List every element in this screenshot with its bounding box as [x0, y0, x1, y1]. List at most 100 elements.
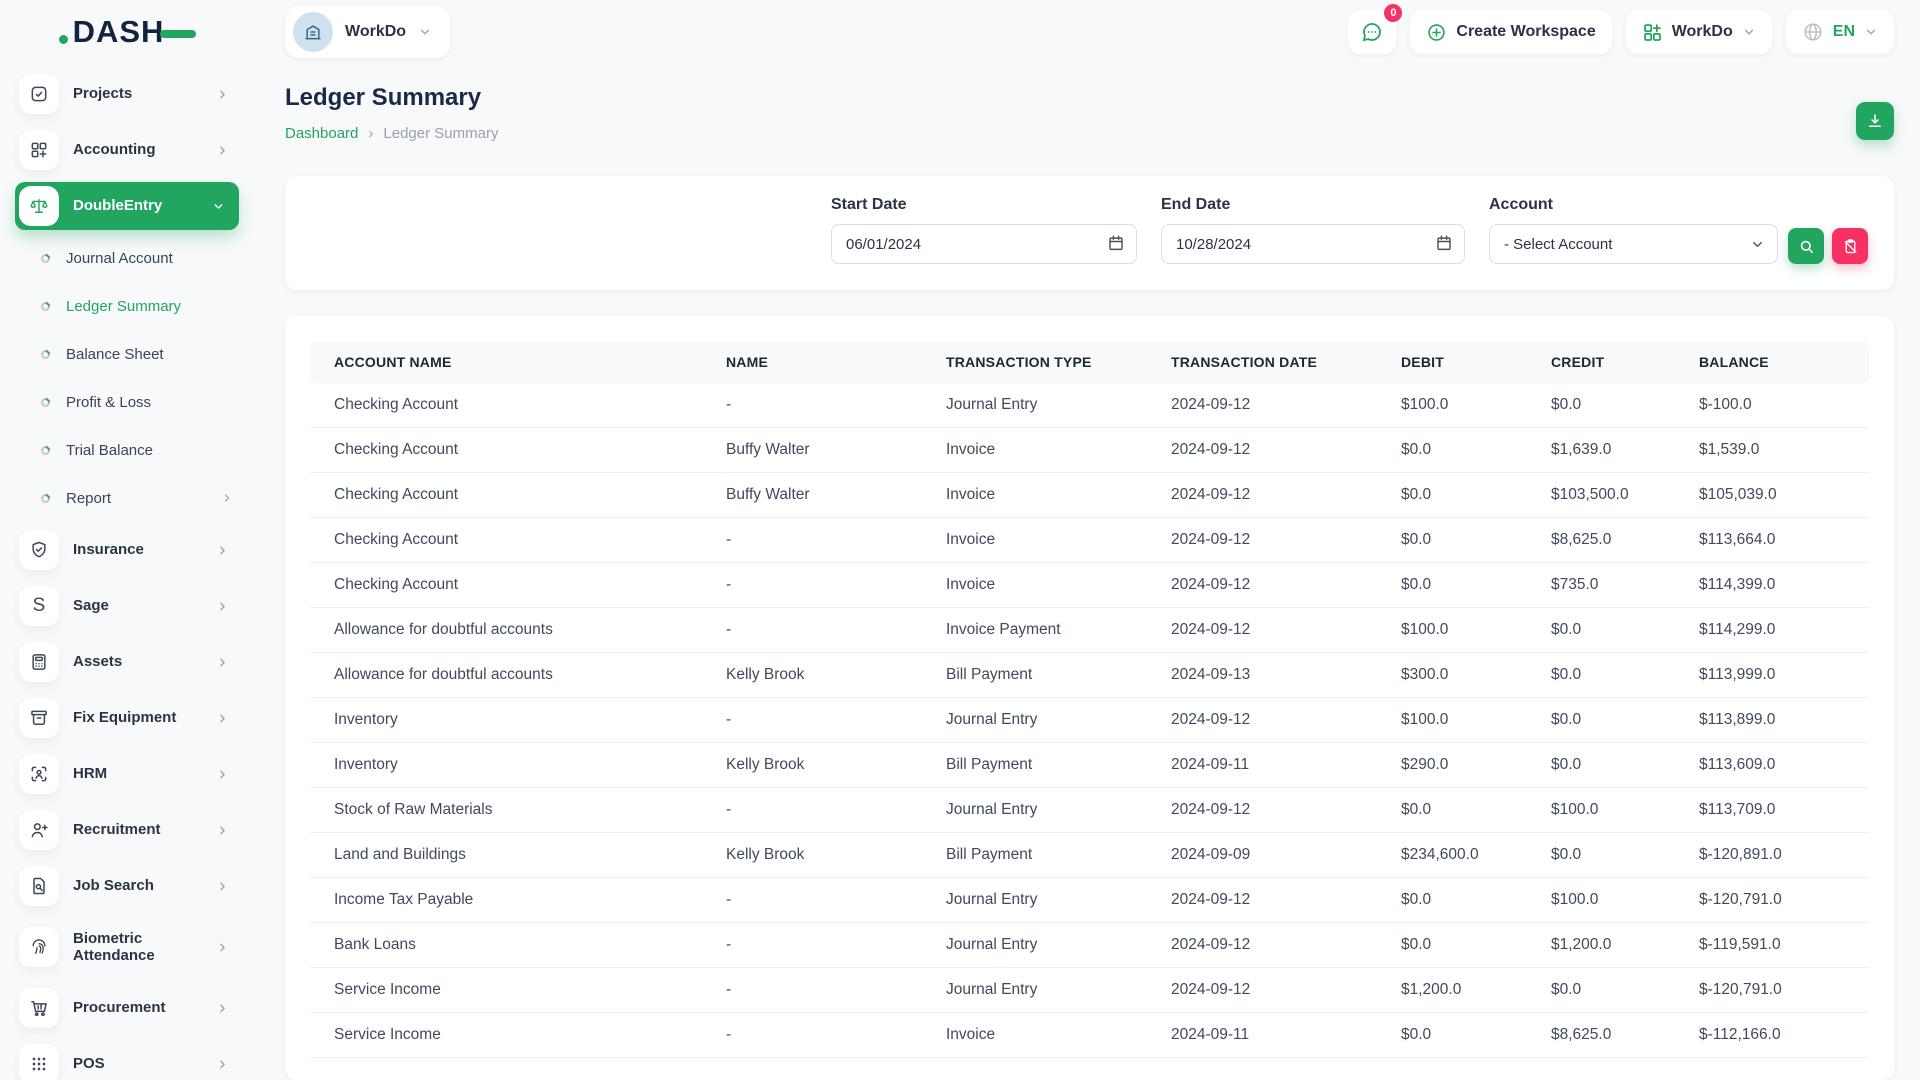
- table-row: Checking Account - Invoice 2024-09-12 $0…: [310, 563, 1869, 608]
- sidebar-item-trial-balance[interactable]: Trial Balance: [15, 430, 239, 470]
- create-workspace-button[interactable]: Create Workspace: [1410, 10, 1611, 54]
- cell-transaction-type: Journal Entry: [922, 396, 1147, 414]
- sidebar-item-fix-equipment[interactable]: Fix Equipment: [15, 694, 239, 742]
- language-selector[interactable]: EN: [1786, 10, 1894, 54]
- cell-transaction-type: Journal Entry: [922, 891, 1147, 909]
- account-select-value: - Select Account: [1504, 236, 1612, 253]
- chevron-right-icon: [216, 544, 229, 557]
- sidebar-item-journal-account[interactable]: Journal Account: [15, 238, 239, 278]
- cell-transaction-date: 2024-09-13: [1147, 666, 1377, 684]
- cell-debit: $0.0: [1377, 801, 1527, 819]
- cell-debit: $0.0: [1377, 531, 1527, 549]
- sidebar-item-assets[interactable]: Assets: [15, 638, 239, 686]
- logo-dot: [59, 35, 68, 44]
- sidebar-item-ledger-summary[interactable]: Ledger Summary: [15, 286, 239, 326]
- cell-transaction-type: Invoice: [922, 531, 1147, 549]
- table-row: Allowance for doubtful accounts Kelly Br…: [310, 653, 1869, 698]
- breadcrumb-separator: ›: [368, 125, 373, 142]
- cell-debit: $0.0: [1377, 441, 1527, 459]
- end-date-label: End Date: [1161, 196, 1465, 214]
- cell-account-name: Checking Account: [310, 531, 702, 549]
- cell-transaction-date: 2024-09-12: [1147, 441, 1377, 459]
- cell-balance: $114,299.0: [1675, 621, 1869, 639]
- cell-balance: $113,609.0: [1675, 756, 1869, 774]
- cell-debit: $0.0: [1377, 486, 1527, 504]
- sidebar-item-accounting[interactable]: Accounting: [15, 126, 239, 174]
- sidebar-item-label: Sage: [73, 597, 109, 614]
- sidebar-item-hrm[interactable]: HRM: [15, 750, 239, 798]
- cell-debit: $0.0: [1377, 1026, 1527, 1044]
- cell-credit: $1,200.0: [1527, 936, 1675, 954]
- start-date-input[interactable]: [831, 224, 1137, 264]
- account-select[interactable]: - Select Account: [1489, 224, 1778, 264]
- cell-balance: $113,664.0: [1675, 531, 1869, 549]
- chevron-right-icon: [216, 768, 229, 781]
- sidebar-item-report[interactable]: Report: [15, 478, 239, 518]
- cell-balance: $105,039.0: [1675, 486, 1869, 504]
- table-row: Checking Account - Invoice 2024-09-12 $0…: [310, 518, 1869, 563]
- sidebar-item-label: Fix Equipment: [73, 709, 176, 726]
- column-header: DEBIT: [1377, 354, 1527, 370]
- download-button[interactable]: [1856, 102, 1894, 140]
- sidebar-item-pos[interactable]: POS: [15, 1040, 239, 1080]
- sidebar-item-projects[interactable]: Projects: [15, 70, 239, 118]
- chevron-right-icon: [216, 880, 229, 893]
- sidebar-item-biometric-attendance[interactable]: Biometric Attendance: [15, 918, 239, 976]
- start-date-label: Start Date: [831, 196, 1137, 214]
- sidebar-item-label: HRM: [73, 765, 107, 782]
- chevron-right-icon: [216, 88, 229, 101]
- app-logo[interactable]: DASH: [59, 14, 197, 50]
- sidebar-item-label: POS: [73, 1055, 105, 1072]
- cell-transaction-date: 2024-09-12: [1147, 621, 1377, 639]
- shield-check-icon: [19, 530, 59, 570]
- sidebar-item-insurance[interactable]: Insurance: [15, 526, 239, 574]
- cell-credit: $0.0: [1527, 846, 1675, 864]
- cell-credit: $100.0: [1527, 801, 1675, 819]
- cell-transaction-type: Invoice: [922, 486, 1147, 504]
- cell-balance: $-112,166.0: [1675, 1026, 1869, 1044]
- table-row: Checking Account - Journal Entry 2024-09…: [310, 383, 1869, 428]
- globe-icon: [1802, 21, 1824, 43]
- sidebar-item-sage[interactable]: S Sage: [15, 582, 239, 630]
- cell-transaction-type: Invoice: [922, 576, 1147, 594]
- calendar-icon[interactable]: [1435, 234, 1453, 252]
- calendar-icon[interactable]: [1107, 234, 1125, 252]
- cell-debit: $300.0: [1377, 666, 1527, 684]
- cell-transaction-date: 2024-09-12: [1147, 486, 1377, 504]
- cell-transaction-date: 2024-09-12: [1147, 576, 1377, 594]
- sidebar-item-label: Balance Sheet: [66, 346, 164, 363]
- sidebar-item-job-search[interactable]: Job Search: [15, 862, 239, 910]
- end-date-input[interactable]: [1161, 224, 1465, 264]
- cell-transaction-date: 2024-09-11: [1147, 756, 1377, 774]
- cell-transaction-type: Invoice Payment: [922, 621, 1147, 639]
- accounting-icon: [19, 130, 59, 170]
- reset-filter-button[interactable]: [1832, 228, 1868, 264]
- chevron-right-icon: [216, 1002, 229, 1015]
- table-row: Checking Account Buffy Walter Invoice 20…: [310, 428, 1869, 473]
- projects-icon: [19, 74, 59, 114]
- table-row: Stock of Raw Materials - Journal Entry 2…: [310, 788, 1869, 833]
- workspace-name: WorkDo: [345, 23, 406, 41]
- start-date-field: [831, 224, 1137, 264]
- sidebar-item-doubleentry[interactable]: DoubleEntry: [15, 182, 239, 230]
- sidebar-item-profit-loss[interactable]: Profit & Loss: [15, 382, 239, 422]
- messages-button[interactable]: 0: [1348, 10, 1396, 54]
- cell-credit: $0.0: [1527, 711, 1675, 729]
- sidebar-item-label: DoubleEntry: [73, 197, 162, 214]
- archive-box-icon: [19, 698, 59, 738]
- apply-filter-button[interactable]: [1788, 228, 1824, 264]
- sidebar-item-balance-sheet[interactable]: Balance Sheet: [15, 334, 239, 374]
- cell-account-name: Land and Buildings: [310, 846, 702, 864]
- table-row: Income Tax Payable - Journal Entry 2024-…: [310, 878, 1869, 923]
- cell-transaction-date: 2024-09-11: [1147, 1026, 1377, 1044]
- workspace-switcher[interactable]: WorkDo: [285, 6, 450, 58]
- sidebar-item-procurement[interactable]: Procurement: [15, 984, 239, 1032]
- app-menu-button[interactable]: WorkDo: [1626, 10, 1772, 54]
- bullet-icon: [39, 348, 52, 361]
- cell-debit: $0.0: [1377, 891, 1527, 909]
- sidebar-item-recruitment[interactable]: Recruitment: [15, 806, 239, 854]
- cell-debit: $100.0: [1377, 711, 1527, 729]
- grid-plus-icon: [1642, 22, 1663, 43]
- table-row: Bank Loans - Journal Entry 2024-09-12 $0…: [310, 923, 1869, 968]
- breadcrumb-dashboard-link[interactable]: Dashboard: [285, 125, 358, 142]
